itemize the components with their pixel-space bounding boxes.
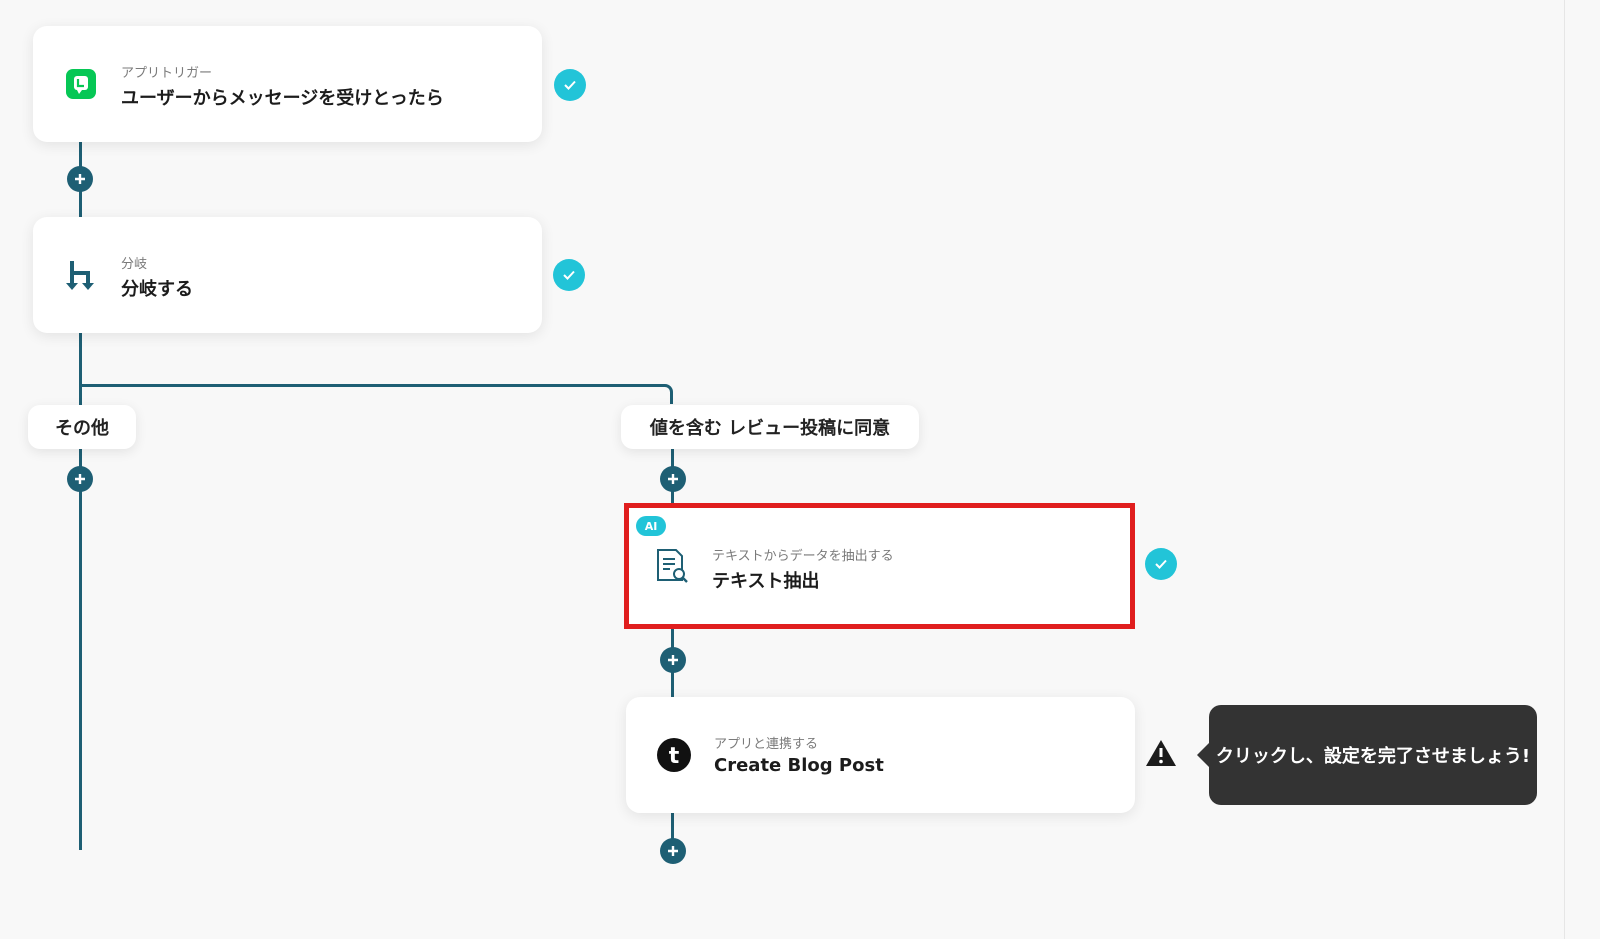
- tumblr-icon: t: [654, 735, 694, 775]
- branch-card[interactable]: 分岐 分岐する: [33, 217, 542, 333]
- branch-icon: [61, 255, 101, 295]
- add-step-button[interactable]: [660, 466, 686, 492]
- branch-connector: [80, 384, 673, 404]
- add-step-button[interactable]: [660, 647, 686, 673]
- document-search-icon: [653, 546, 693, 586]
- check-icon: [553, 259, 585, 291]
- scrollbar[interactable]: [1564, 0, 1600, 939]
- extract-subtitle: テキストからデータを抽出する: [712, 549, 894, 564]
- tumblr-title: Create Blog Post: [714, 755, 884, 776]
- add-step-button[interactable]: [67, 166, 93, 192]
- extract-title: テキスト抽出: [712, 571, 820, 592]
- branch-label-other[interactable]: その他: [28, 405, 136, 449]
- branch-title: 分岐する: [121, 279, 193, 300]
- ai-badge: AI: [636, 516, 666, 536]
- setup-tooltip: クリックし、設定を完了させましょう!: [1197, 705, 1537, 805]
- tumblr-subtitle: アプリと連携する: [714, 737, 819, 752]
- flow-canvas: アプリトリガー ユーザーからメッセージを受けとったら 分岐 分岐する その他 値…: [0, 0, 1600, 939]
- add-step-button[interactable]: [660, 838, 686, 864]
- trigger-subtitle: アプリトリガー: [121, 66, 213, 81]
- branch-subtitle: 分岐: [121, 257, 148, 272]
- branch-label-condition[interactable]: 値を含む レビュー投稿に同意: [621, 405, 919, 449]
- trigger-title: ユーザーからメッセージを受けとったら: [121, 88, 444, 109]
- check-icon: [554, 69, 586, 101]
- create-blog-post-card[interactable]: t アプリと連携する Create Blog Post: [626, 697, 1135, 813]
- connector-line: [79, 385, 82, 850]
- text-extract-card[interactable]: テキストからデータを抽出する テキスト抽出: [624, 503, 1135, 629]
- warning-icon: [1144, 738, 1178, 768]
- trigger-card[interactable]: アプリトリガー ユーザーからメッセージを受けとったら: [33, 26, 542, 142]
- connector-line: [79, 333, 82, 385]
- line-app-icon: [61, 64, 101, 104]
- tooltip-text: クリックし、設定を完了させましょう!: [1215, 746, 1531, 767]
- svg-text:t: t: [669, 744, 680, 769]
- add-step-button[interactable]: [67, 466, 93, 492]
- check-icon: [1145, 548, 1177, 580]
